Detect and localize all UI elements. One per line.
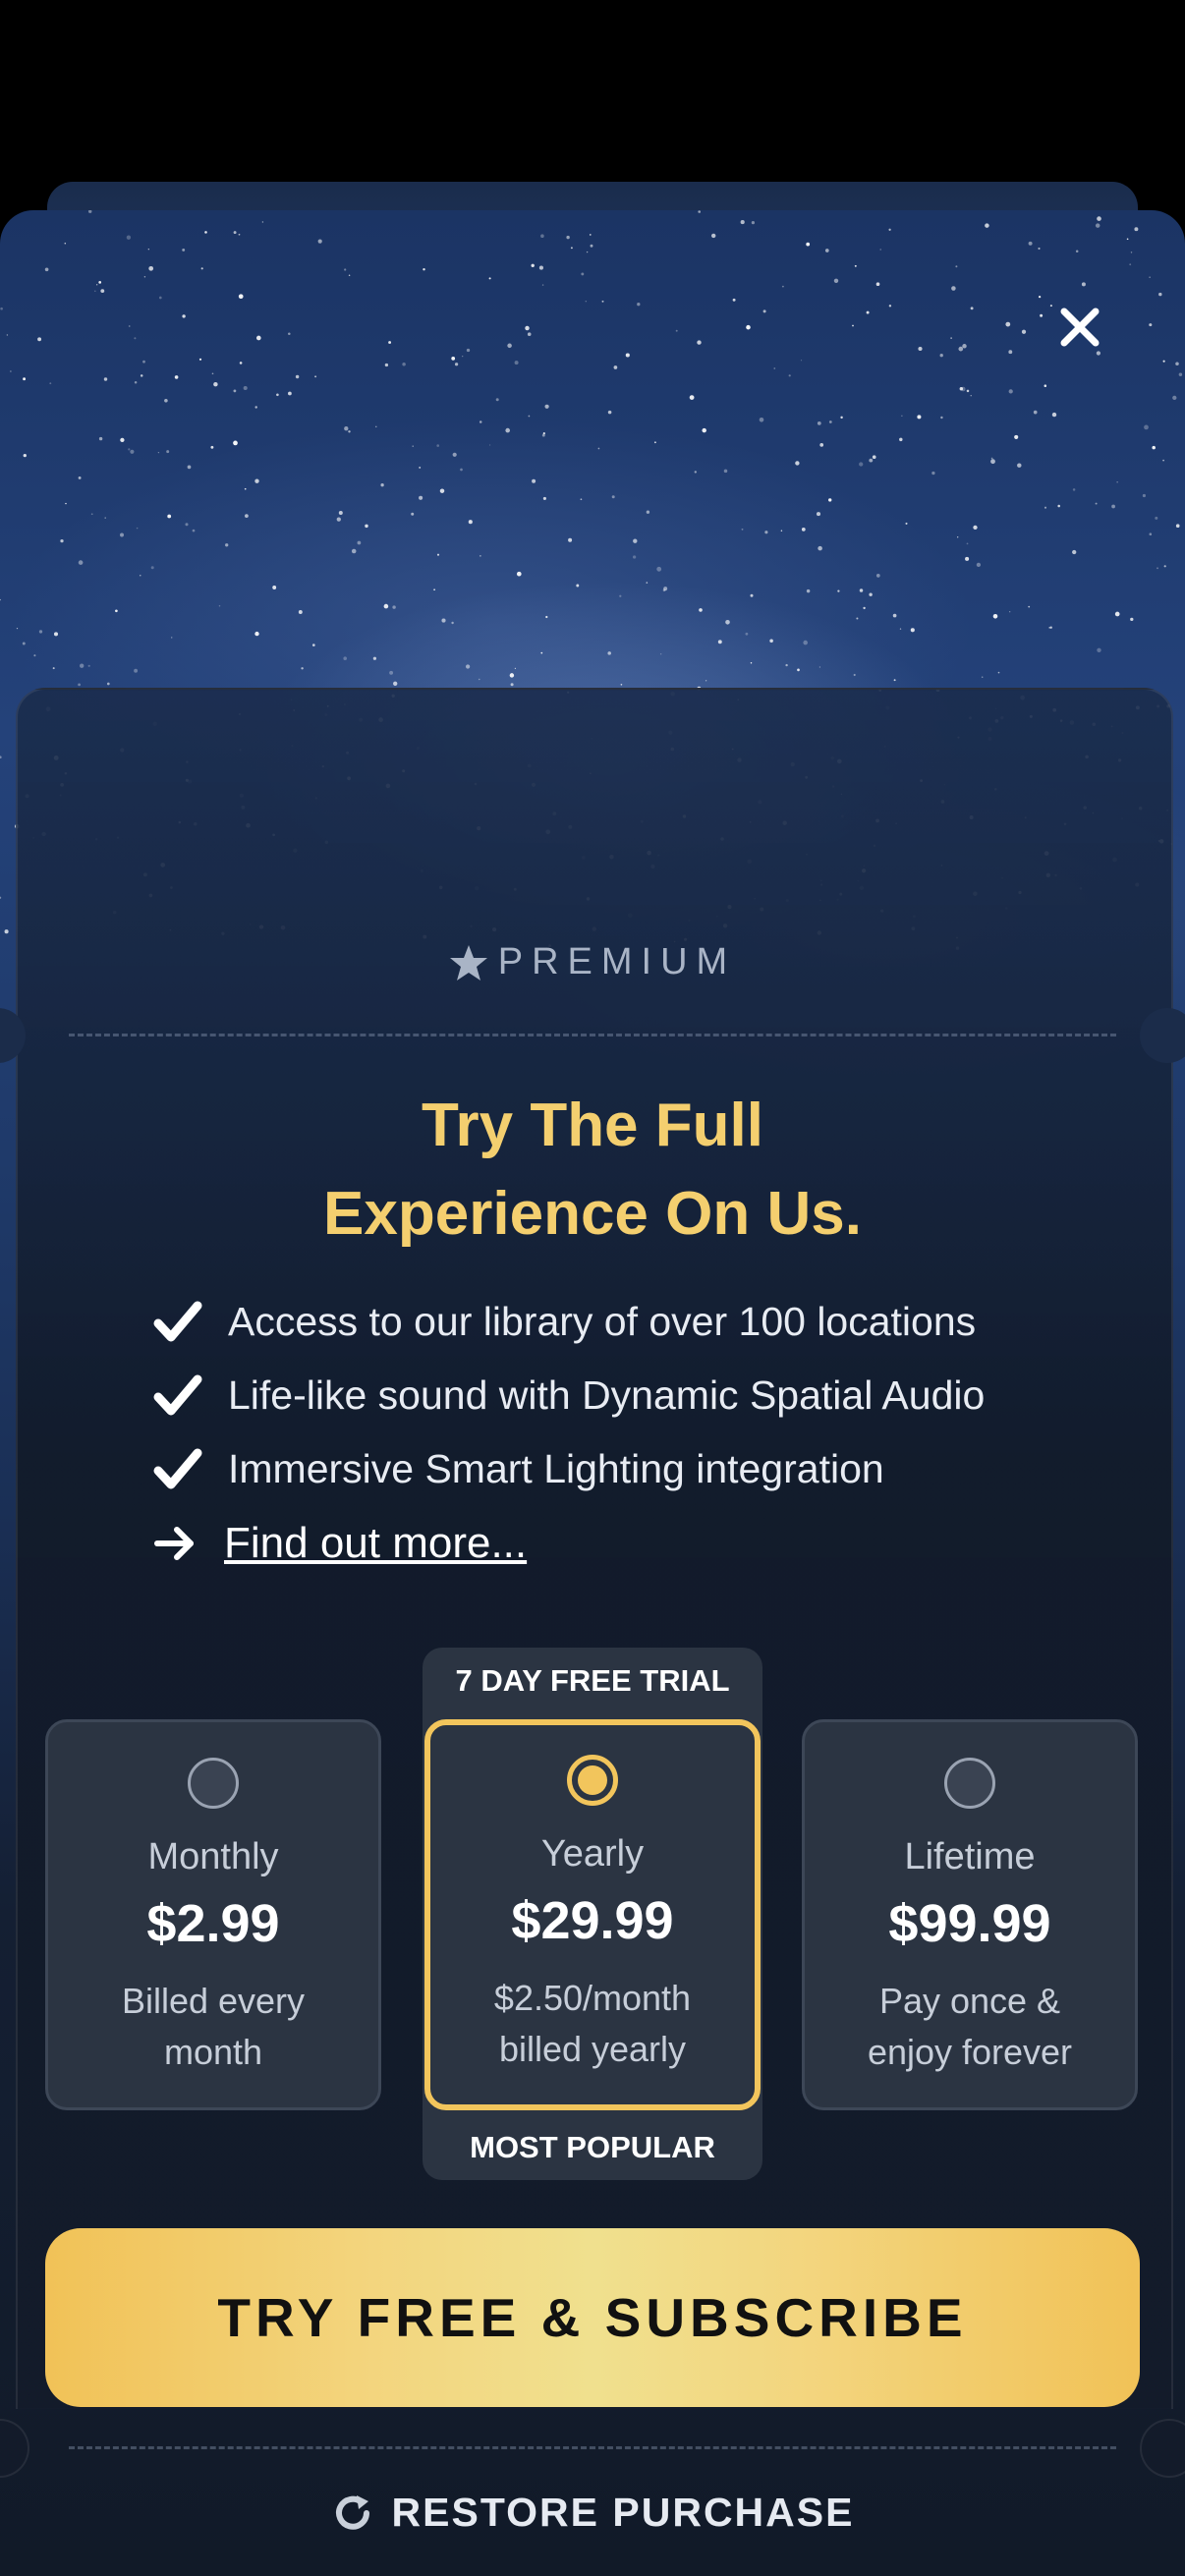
headline-line-1: Try The Full	[422, 1092, 763, 1159]
status-bar-area	[0, 0, 1185, 182]
most-popular-badge: MOST POPULAR	[470, 2130, 715, 2164]
premium-header: PREMIUM	[0, 941, 1185, 983]
plan-name: Yearly	[540, 1833, 645, 1875]
radio-button[interactable]	[944, 1758, 995, 1809]
star-icon	[449, 944, 487, 980]
feature-text: Immersive Smart Lighting integration	[228, 1446, 884, 1491]
radio-button[interactable]	[188, 1758, 239, 1809]
close-button[interactable]	[1047, 295, 1112, 360]
plan-lifetime[interactable]: Lifetime $99.99 Pay once & enjoy forever	[802, 1719, 1138, 2110]
headline-line-2: Experience On Us.	[323, 1180, 862, 1248]
subscribe-button[interactable]: TRY FREE & SUBSCRIBE	[45, 2228, 1140, 2407]
find-out-more-link[interactable]: Find out more...	[153, 1519, 527, 1568]
plan-desc-line1: $2.50/month	[493, 1978, 692, 2018]
feature-text: Access to our library of over 100 locati…	[228, 1299, 977, 1344]
divider-bottom	[69, 2446, 1116, 2449]
plan-yearly[interactable]: Yearly $29.99 $2.50/month billed yearly	[424, 1719, 761, 2110]
divider-top	[69, 1034, 1116, 1036]
refresh-icon	[335, 2494, 369, 2530]
plan-desc-line1: Billed every	[121, 1981, 306, 2021]
plan-monthly[interactable]: Monthly $2.99 Billed every month	[45, 1719, 381, 2110]
find-out-more-label[interactable]: Find out more...	[224, 1519, 527, 1568]
check-icon	[153, 1301, 202, 1341]
feature-item: Immersive Smart Lighting integration	[153, 1446, 884, 1492]
plan-name: Lifetime	[904, 1836, 1036, 1877]
close-icon	[1060, 308, 1100, 347]
check-icon	[153, 1374, 202, 1415]
plan-name: Monthly	[147, 1836, 279, 1877]
plan-price: $99.99	[888, 1894, 1051, 1953]
plan-desc-line2: enjoy forever	[867, 2032, 1073, 2072]
feature-item: Life-like sound with Dynamic Spatial Aud…	[153, 1372, 985, 1419]
free-trial-badge: 7 DAY FREE TRIAL	[455, 1663, 730, 1698]
feature-item: Access to our library of over 100 locati…	[153, 1299, 976, 1345]
arrow-right-icon	[154, 1527, 194, 1560]
plan-price: $29.99	[511, 1891, 674, 1950]
restore-purchase-label: RESTORE PURCHASE	[391, 2490, 855, 2535]
radio-button-selected[interactable]	[567, 1755, 618, 1806]
plan-desc-line2: month	[163, 2032, 263, 2072]
restore-purchase-button[interactable]: RESTORE PURCHASE	[0, 2490, 1185, 2536]
subscribe-button-label: TRY FREE & SUBSCRIBE	[217, 2287, 968, 2348]
plan-desc-line1: Pay once &	[878, 1981, 1061, 2021]
check-icon	[153, 1448, 202, 1488]
plan-desc-line2: billed yearly	[498, 2029, 687, 2069]
premium-label: PREMIUM	[497, 941, 737, 982]
feature-text: Life-like sound with Dynamic Spatial Aud…	[228, 1372, 986, 1418]
plan-price: $2.99	[146, 1894, 280, 1953]
